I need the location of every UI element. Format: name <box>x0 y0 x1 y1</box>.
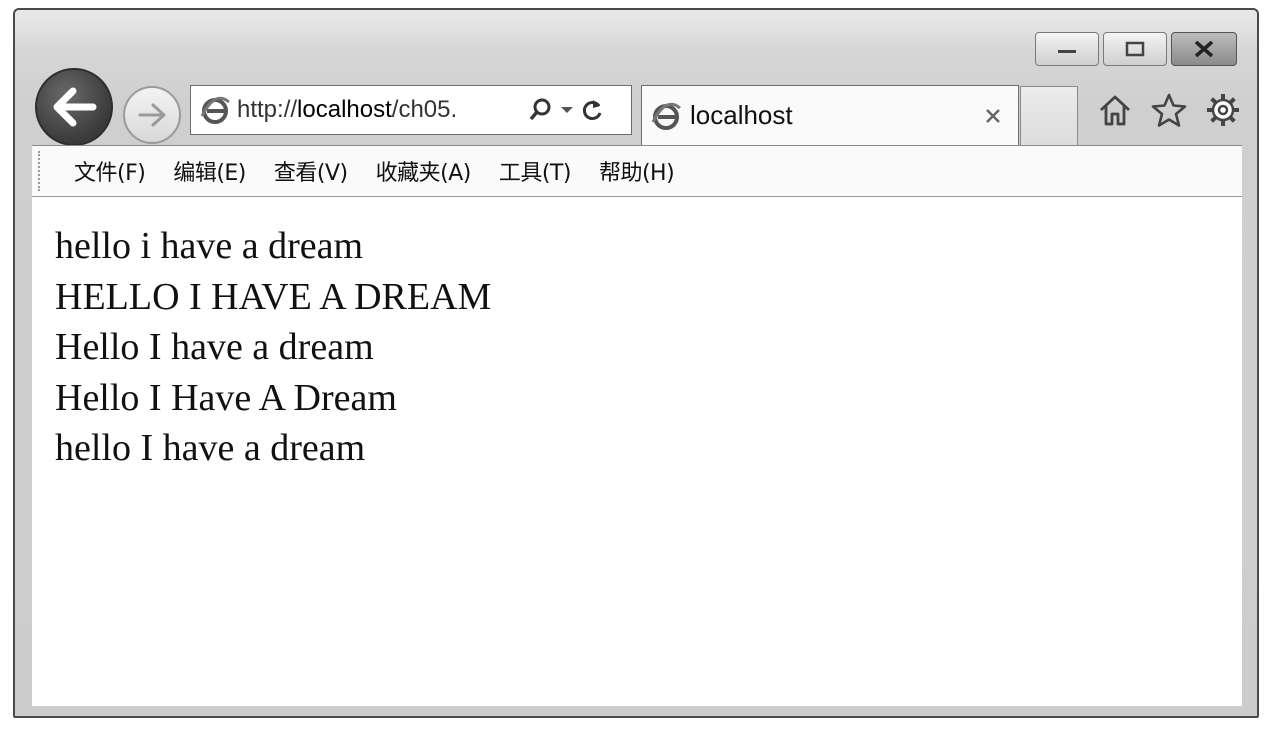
menu-view[interactable]: 查看(V) <box>274 155 348 187</box>
ie-logo-icon <box>197 92 233 128</box>
favorites-star-icon[interactable] <box>1149 90 1189 130</box>
search-icon[interactable] <box>528 97 554 123</box>
back-arrow-icon <box>53 87 97 127</box>
minimize-button[interactable] <box>1035 32 1099 66</box>
settings-gear-icon[interactable] <box>1203 90 1243 130</box>
tab-localhost[interactable]: localhost <box>641 85 1019 145</box>
chevron-down-icon[interactable] <box>560 105 574 115</box>
refresh-icon[interactable] <box>580 97 604 123</box>
url-text[interactable]: http://localhost/ch05. <box>237 96 522 124</box>
text-line-uppercase: HELLO I HAVE A DREAM <box>55 275 492 318</box>
window-controls <box>1035 32 1237 66</box>
back-button[interactable] <box>35 68 113 146</box>
close-icon <box>1194 40 1214 58</box>
menu-grip[interactable] <box>38 151 48 191</box>
maximize-icon <box>1125 41 1145 57</box>
home-icon[interactable] <box>1095 90 1135 130</box>
minimize-icon <box>1058 50 1076 53</box>
close-button[interactable] <box>1171 32 1237 66</box>
ie-logo-icon <box>648 98 684 134</box>
text-line-sentence: Hello I have a dream <box>55 326 374 368</box>
forward-button[interactable] <box>123 86 181 144</box>
tab-close-icon[interactable] <box>978 101 1008 131</box>
menu-file[interactable]: 文件(F) <box>74 155 146 187</box>
toolbar-icons <box>1095 90 1243 130</box>
menu-tools[interactable]: 工具(T) <box>499 155 572 187</box>
browser-window: http://localhost/ch05. localhost 文件(F) 编… <box>13 8 1259 718</box>
maximize-button[interactable] <box>1103 32 1167 66</box>
menu-bar: 文件(F) 编辑(E) 查看(V) 收藏夹(A) 工具(T) 帮助(H) <box>32 145 1242 197</box>
menu-favorites[interactable]: 收藏夹(A) <box>376 155 472 187</box>
text-line-capitalize: Hello I Have A Dream <box>55 376 397 419</box>
address-bar[interactable]: http://localhost/ch05. <box>190 85 632 135</box>
tab-title: localhost <box>690 100 793 130</box>
menu-edit[interactable]: 编辑(E) <box>173 155 246 187</box>
forward-arrow-icon <box>138 103 166 127</box>
menu-help[interactable]: 帮助(H) <box>599 155 675 187</box>
text-line-lowercase: hello i have a dream <box>55 225 364 267</box>
new-tab-button[interactable] <box>1020 86 1078 145</box>
page-content: hello i have a dream HELLO I HAVE A DREA… <box>32 197 1242 706</box>
text-line-original: hello I have a dream <box>55 427 366 469</box>
